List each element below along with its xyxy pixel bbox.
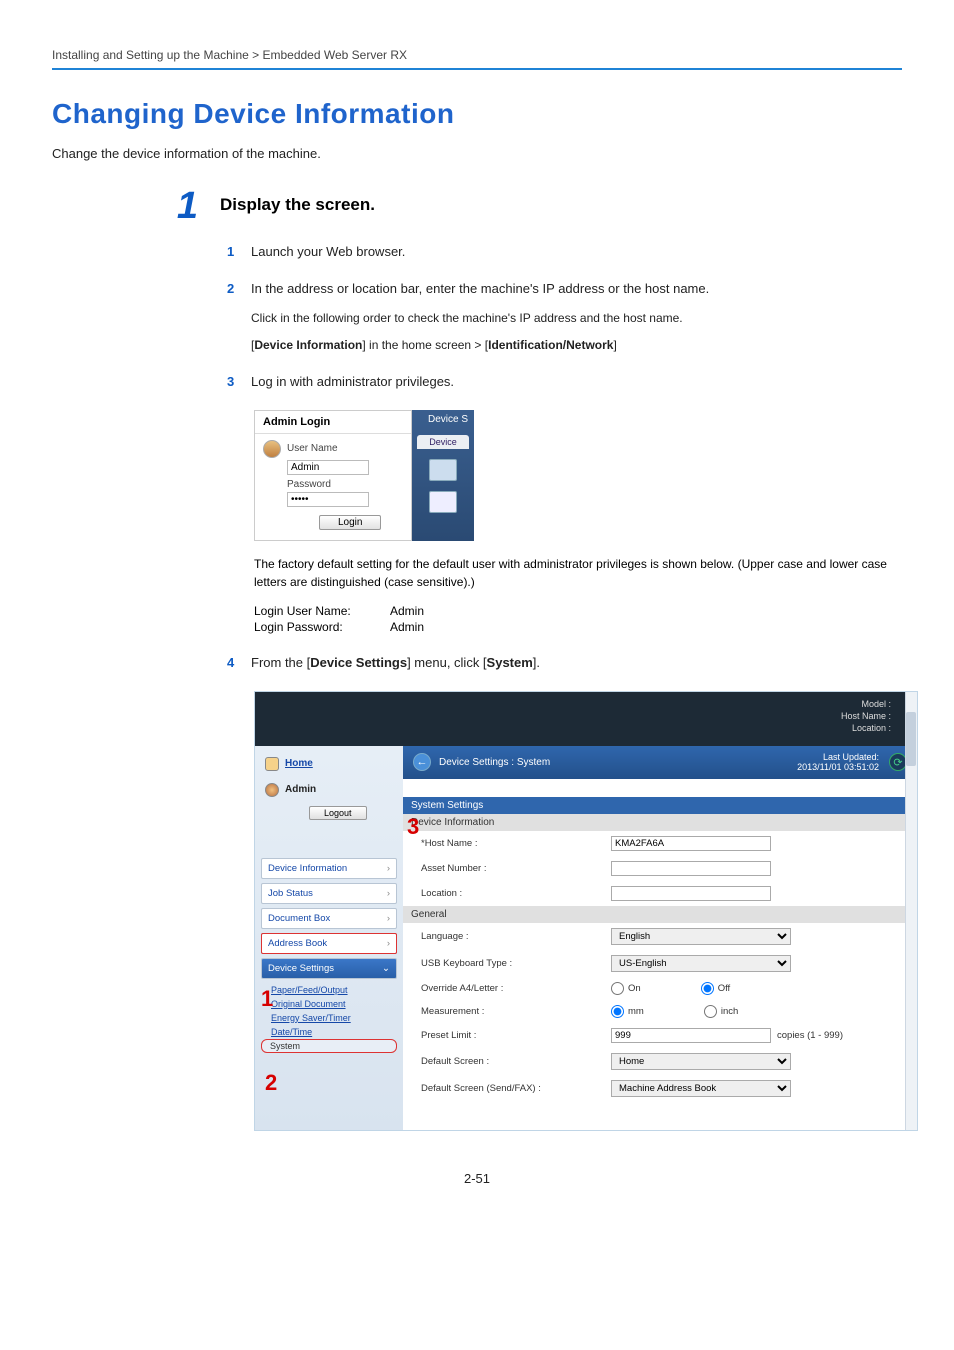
subsection-device-information: Device Information	[403, 814, 917, 831]
breadcrumb: Installing and Setting up the Machine > …	[52, 48, 902, 62]
top-model-label: Model :	[255, 698, 891, 710]
measurement-label: Measurement :	[421, 1006, 611, 1017]
scrollbar[interactable]	[905, 692, 917, 1130]
default-screen-select[interactable]: Home	[611, 1053, 791, 1070]
sidebar-document-box[interactable]: Document Box›	[261, 908, 397, 929]
logout-button[interactable]: Logout	[309, 806, 367, 820]
substep-note-2b: [Device Information] in the home screen …	[251, 337, 902, 354]
substep-text-3: Log in with administrator privileges.	[251, 373, 902, 392]
intro-text: Change the device information of the mac…	[52, 146, 902, 161]
callout-2: 2	[265, 1070, 277, 1096]
substep-num-2: 2	[227, 280, 239, 355]
chevron-right-icon: ›	[387, 863, 390, 874]
password-label: Password	[287, 479, 403, 490]
sidebar-device-settings[interactable]: Device Settings⌄	[261, 958, 397, 979]
substep-num-3: 3	[227, 373, 239, 392]
login-username-key: Login User Name:	[254, 604, 372, 618]
chevron-down-icon: ⌄	[382, 963, 390, 974]
login-password-val: Admin	[390, 620, 424, 634]
override-off-radio[interactable]: Off	[701, 982, 731, 995]
language-label: Language :	[421, 931, 611, 942]
fax-icon	[429, 491, 457, 513]
username-label: User Name	[287, 443, 338, 454]
sidebar-job-status[interactable]: Job Status›	[261, 883, 397, 904]
admin-login-header: Admin Login	[255, 411, 411, 434]
back-icon[interactable]: ←	[413, 753, 431, 771]
callout-1: 1	[261, 986, 273, 1012]
section-system-settings: System Settings	[403, 797, 917, 814]
login-right-header: Device S	[428, 414, 474, 425]
chevron-right-icon: ›	[387, 913, 390, 924]
device-settings-screenshot: 1 2 3 Model : Host Name : Location : Hom…	[254, 691, 918, 1131]
chevron-right-icon: ›	[387, 888, 390, 899]
page-title: Changing Device Information	[52, 98, 902, 130]
sidebar-address-book[interactable]: Address Book›	[261, 933, 397, 954]
substep-note-2a: Click in the following order to check th…	[251, 309, 902, 328]
last-updated-value: 2013/11/01 03:51:02	[797, 762, 879, 773]
chevron-right-icon: ›	[387, 938, 390, 949]
substep-text-1: Launch your Web browser.	[251, 243, 902, 262]
default-screen-label: Default Screen :	[421, 1056, 611, 1067]
measurement-inch-radio[interactable]: inch	[704, 1005, 738, 1018]
language-select[interactable]: English	[611, 928, 791, 945]
sidebar-device-information[interactable]: Device Information›	[261, 858, 397, 879]
user-icon	[263, 440, 281, 458]
location-label: Location :	[421, 888, 611, 899]
sidebar-sub-original-document[interactable]: Original Document	[261, 997, 397, 1011]
substep-text-2: In the address or location bar, enter th…	[251, 280, 902, 299]
login-button[interactable]: Login	[319, 515, 381, 530]
override-on-radio[interactable]: On	[611, 982, 641, 995]
step-title-1: Display the screen.	[220, 187, 375, 215]
sidebar-home[interactable]: Home	[261, 754, 397, 774]
substep-num-4: 4	[227, 654, 239, 673]
hostname-label: *Host Name :	[421, 838, 611, 849]
password-input[interactable]	[287, 492, 369, 507]
preset-limit-label: Preset Limit :	[421, 1030, 611, 1041]
usb-keyboard-select[interactable]: US-English	[611, 955, 791, 972]
measurement-mm-radio[interactable]: mm	[611, 1005, 644, 1018]
login-right-tab: Device	[417, 435, 469, 449]
override-a4-letter-label: Override A4/Letter :	[421, 983, 611, 994]
hostname-input[interactable]	[611, 836, 771, 851]
default-screen-sendfax-label: Default Screen (Send/FAX) :	[421, 1083, 611, 1094]
page-number: 2-51	[52, 1171, 902, 1186]
username-input[interactable]	[287, 460, 369, 475]
step-number-1: 1	[170, 187, 198, 225]
preset-limit-hint: copies (1 - 999)	[777, 1030, 843, 1041]
substep-num-1: 1	[227, 243, 239, 262]
substep-text-4: From the [Device Settings] menu, click […	[251, 654, 902, 673]
asset-number-label: Asset Number :	[421, 863, 611, 874]
sidebar-sub-paper-feed-output[interactable]: Paper/Feed/Output	[261, 983, 397, 997]
top-location-label: Location :	[255, 722, 891, 734]
callout-3: 3	[407, 814, 419, 840]
admin-login-screenshot: Admin Login User Name Password Login Dev…	[254, 410, 902, 541]
scroll-thumb[interactable]	[906, 712, 916, 766]
main-title: Device Settings : System	[439, 757, 550, 768]
sidebar-admin: Admin	[261, 780, 397, 800]
subsection-general: General	[403, 906, 917, 923]
home-icon	[265, 757, 279, 771]
factory-default-note: The factory default setting for the defa…	[254, 555, 902, 592]
login-username-val: Admin	[390, 604, 424, 618]
asset-number-input[interactable]	[611, 861, 771, 876]
location-input[interactable]	[611, 886, 771, 901]
preset-limit-input[interactable]	[611, 1028, 771, 1043]
divider	[52, 68, 902, 70]
login-password-key: Login Password:	[254, 620, 372, 634]
last-updated-label: Last Updated:	[797, 752, 879, 763]
sidebar-sub-date-time[interactable]: Date/Time	[261, 1025, 397, 1039]
device-icon	[429, 459, 457, 481]
default-screen-sendfax-select[interactable]: Machine Address Book	[611, 1080, 791, 1097]
usb-keyboard-label: USB Keyboard Type :	[421, 958, 611, 969]
sidebar-sub-energy-saver-timer[interactable]: Energy Saver/Timer	[261, 1011, 397, 1025]
admin-user-icon	[265, 783, 279, 797]
sidebar-sub-system[interactable]: System	[261, 1039, 397, 1053]
top-hostname-label: Host Name :	[255, 710, 891, 722]
